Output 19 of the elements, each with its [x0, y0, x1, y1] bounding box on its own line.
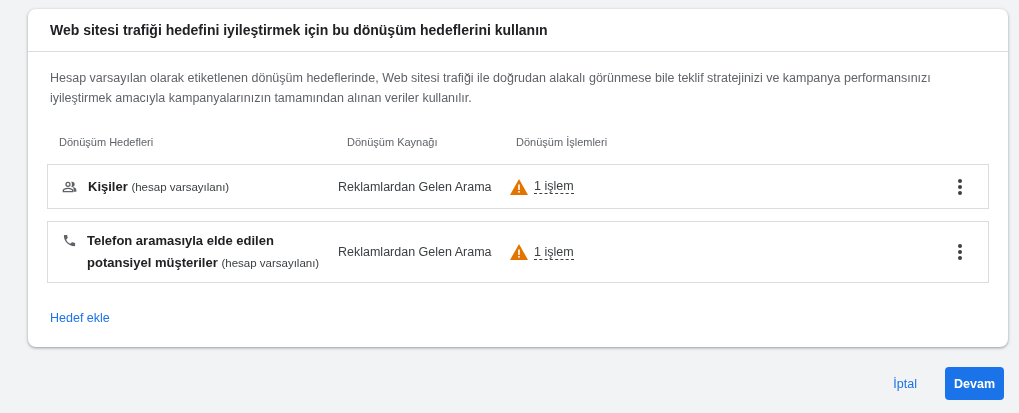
- goal-name: Kişiler (hesap varsayılanı): [88, 177, 230, 196]
- description: Hesap varsayılan olarak etiketlenen dönüşüm hedeflerinde, Web sitesi trafiği ile doğrudan alakalı görünmese bile teklif stratejinizi ve kampanya performansınızı iyileştirmek amacıyla kampanyalarınızın tamamından alınan veriler kullanılır.: [50, 70, 932, 107]
- source-text: Reklamlardan Gelen Arama: [338, 179, 493, 194]
- source-text: Reklamlardan Gelen Arama: [338, 245, 493, 259]
- more-icon: [958, 244, 962, 260]
- card-title: Web sitesi trafiği hedefini iyileştirmek için bu dönüşüm hedeflerini kullanın: [28, 9, 1008, 52]
- continue-button[interactable]: Devam: [945, 367, 1004, 400]
- actions-link[interactable]: 1 işlem: [534, 179, 574, 194]
- column-header: Dönüşüm Hedefleri: [59, 136, 155, 148]
- column-header: Dönüşüm Kaynağı: [347, 136, 439, 148]
- warning-icon: [510, 244, 528, 260]
- column-header: Dönüşüm İşlemleri: [516, 136, 609, 148]
- actions-link[interactable]: 1 işlem: [534, 244, 574, 260]
- more-icon: [958, 178, 962, 195]
- phone-icon: [62, 233, 77, 248]
- add-goal-link[interactable]: Hedef ekle: [50, 311, 110, 325]
- goal-name: Telefon aramasıyla elde edilen potansiyel müşteriler (hesap varsayılanı): [87, 232, 321, 272]
- cancel-button[interactable]: İptal: [879, 367, 931, 400]
- warning-icon: [510, 178, 528, 195]
